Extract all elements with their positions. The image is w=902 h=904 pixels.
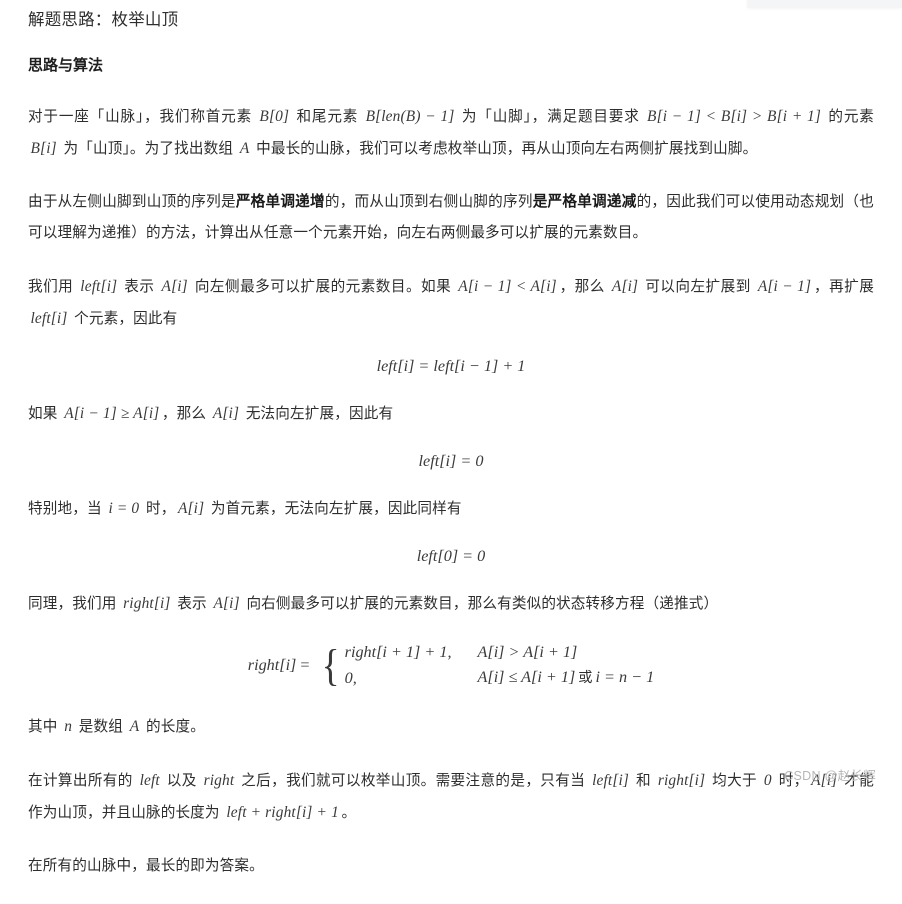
text-run: 在所有的山脉中，最长的即为答案。: [28, 858, 264, 875]
text-run: 无法向左扩展，因此有: [241, 406, 394, 423]
paragraph-enumerate-peaks: 在计算出所有的 left 以及 right 之后，我们就可以枚举山顶。需要注意的…: [28, 765, 874, 829]
text-run: 表示: [173, 596, 211, 613]
math-inline-right-i-2: right[i]: [657, 772, 706, 790]
text-run: 和: [631, 773, 656, 790]
text-run: 均大于: [707, 773, 762, 790]
equation-equals-sign: =: [300, 656, 310, 675]
text-run: 表示: [119, 279, 160, 296]
math-inline-left: left: [139, 772, 160, 790]
text-run: 个元素，因此有: [69, 311, 178, 328]
math-inline-peak-condition: B[i − 1] < B[i] > B[i + 1]: [647, 108, 822, 126]
case-row-2: 0, A[i] ≤ A[i + 1] 或 i = n − 1: [345, 665, 655, 691]
math-inline-right-i: right[i]: [123, 595, 171, 613]
section-heading-approach: 思路与算法: [28, 56, 104, 74]
text-run: 的长度。: [141, 719, 205, 736]
equation-text: left[i] = left[i − 1] + 1: [376, 357, 526, 376]
text-run: 其中: [28, 719, 62, 736]
csdn-watermark: CSDN @赵长辉: [784, 769, 876, 783]
paragraph-right-definition: 同理，我们用 right[i] 表示 A[i] 向右侧最多可以扩展的元素数目，那…: [28, 588, 874, 620]
left-curly-brace-icon: {: [321, 640, 340, 690]
math-inline-a-i-minus-1: A[i − 1]: [757, 278, 812, 296]
equation-right-piecewise: right[i] = { right[i + 1] + 1, A[i] > A[i…: [28, 640, 874, 691]
text-run: 对于一座「山脉」，我们称首元素: [28, 109, 257, 126]
math-inline-blen: B[len(B) − 1]: [365, 108, 455, 126]
math-inline-condition-lt: A[i − 1] < A[i]: [458, 278, 557, 296]
paragraph-mountain-definition: 对于一座「山脉」，我们称首元素 B[0] 和尾元素 B[len(B) − 1] …: [28, 101, 874, 165]
text-run: 的，而从山顶到右侧山脚的序列: [324, 194, 533, 211]
case-2-condition-a: A[i] ≤ A[i + 1]: [477, 668, 576, 687]
text-run: 向右侧最多可以扩展的元素数目，那么有类似的状态转移方程（递推式）: [242, 596, 719, 613]
case-row-1: right[i + 1] + 1, A[i] > A[i + 1]: [345, 640, 655, 665]
text-run: 特别地，当: [28, 501, 106, 518]
math-inline-zero: 0: [763, 772, 772, 790]
text-run: 中最长的山脉，我们可以考虑枚举山顶，再从山顶向左右两侧扩展找到山脚。: [251, 141, 758, 158]
text-run: 之后，我们就可以枚举山顶。需要注意的是，只有当: [236, 773, 590, 790]
text-run: 时，: [141, 501, 176, 518]
text-run: ，那么: [161, 406, 211, 423]
math-inline-right: right: [203, 772, 235, 790]
article-content: 解题思路：枚举山顶 思路与算法 对于一座「山脉」，我们称首元素 B[0] 和尾元…: [28, 8, 874, 904]
text-run: 在计算出所有的: [28, 773, 138, 790]
math-inline-array-a-2: A: [129, 718, 140, 736]
text-run: 如果: [28, 406, 62, 423]
case-2-condition-conjunction: 或: [578, 670, 593, 687]
equation-left-base: left[0] = 0: [28, 547, 874, 566]
text-run: 以及: [162, 773, 202, 790]
emphasis-strictly-increasing: 严格单调递增: [235, 194, 325, 211]
paragraph-monotonic-explanation: 由于从左侧山脚到山顶的序列是严格单调递增的，而从山顶到右侧山脚的序列是严格单调递…: [28, 187, 874, 249]
math-inline-i-equals-0: i = 0: [108, 500, 140, 518]
math-inline-a-i-3: A[i]: [212, 405, 240, 423]
text-run: 同理，我们用: [28, 596, 121, 613]
text-run: 向左侧最多可以扩展的元素数目。如果: [190, 279, 456, 296]
equation-lhs: right[i] =: [248, 656, 314, 675]
math-inline-condition-ge: A[i − 1] ≥ A[i]: [64, 405, 160, 423]
math-inline-a-i-4: A[i]: [177, 500, 205, 518]
emphasis-strictly-decreasing: 是严格单调递减: [532, 194, 637, 211]
page-title: 解题思路：枚举山顶: [28, 11, 179, 29]
equation-cases-body: right[i + 1] + 1, A[i] > A[i + 1] 0, A[i…: [345, 640, 655, 691]
paragraph-no-left-expansion: 如果 A[i − 1] ≥ A[i] ，那么 A[i] 无法向左扩展，因此有: [28, 398, 874, 430]
text-run: 和尾元素: [291, 109, 364, 126]
text-run: 由于从左侧山脚到山顶的序列是: [28, 194, 236, 211]
equation-left-zero: left[i] = 0: [28, 452, 874, 471]
math-inline-n: n: [64, 718, 73, 736]
math-inline-array-a: A: [239, 140, 250, 158]
text-run: 可以向左扩展到: [640, 279, 756, 296]
math-inline-left-i: left[i]: [80, 278, 118, 296]
case-2-condition-b: i = n − 1: [595, 668, 655, 687]
equation-text: left[i] = 0: [418, 452, 484, 471]
text-run: 为「山脚」，满足题目要求: [456, 109, 645, 126]
text-run: 。: [341, 805, 357, 822]
text-run: 我们用: [28, 279, 78, 296]
equation-left-recurrence: left[i] = left[i − 1] + 1: [28, 357, 874, 376]
text-run: 是数组: [74, 719, 128, 736]
math-inline-a-i: A[i]: [161, 278, 188, 296]
text-run: 的元素: [823, 109, 875, 126]
top-right-panel-edge: [747, 0, 902, 8]
math-inline-a-i-2: A[i]: [611, 278, 639, 296]
case-1-value: right[i + 1] + 1,: [344, 643, 452, 662]
math-inline-left-i-3: left[i]: [592, 772, 630, 790]
math-inline-mountain-length: left + right[i] + 1: [226, 804, 339, 822]
equation-lhs-symbol: right[i]: [247, 656, 297, 675]
equation-text: left[0] = 0: [416, 547, 486, 566]
math-inline-left-i-2: left[i]: [30, 310, 68, 328]
math-inline-b0: B[0]: [259, 108, 290, 126]
paragraph-base-case: 特别地，当 i = 0 时， A[i] 为首元素，无法向左扩展，因此同样有: [28, 493, 874, 525]
case-2-condition: A[i] ≤ A[i + 1] 或 i = n − 1: [452, 665, 655, 691]
paragraph-n-definition: 其中 n 是数组 A 的长度。: [28, 711, 874, 743]
math-inline-a-i-5: A[i]: [213, 595, 240, 613]
text-run: ，再扩展: [813, 279, 874, 296]
paragraph-conclusion: 在所有的山脉中，最长的即为答案。: [28, 851, 874, 882]
math-inline-bi: B[i]: [30, 140, 57, 158]
text-run: 为「山顶」。为了找出数组: [59, 141, 238, 158]
paragraph-left-definition: 我们用 left[i] 表示 A[i] 向左侧最多可以扩展的元素数目。如果 A[…: [28, 271, 874, 335]
document-page: 解题思路：枚举山顶 思路与算法 对于一座「山脉」，我们称首元素 B[0] 和尾元…: [0, 0, 902, 874]
case-1-condition: A[i] > A[i + 1]: [477, 643, 578, 662]
case-2-value: 0,: [344, 668, 357, 687]
text-run: 为首元素，无法向左扩展，因此同样有: [206, 501, 462, 518]
text-run: ，那么: [559, 279, 610, 296]
